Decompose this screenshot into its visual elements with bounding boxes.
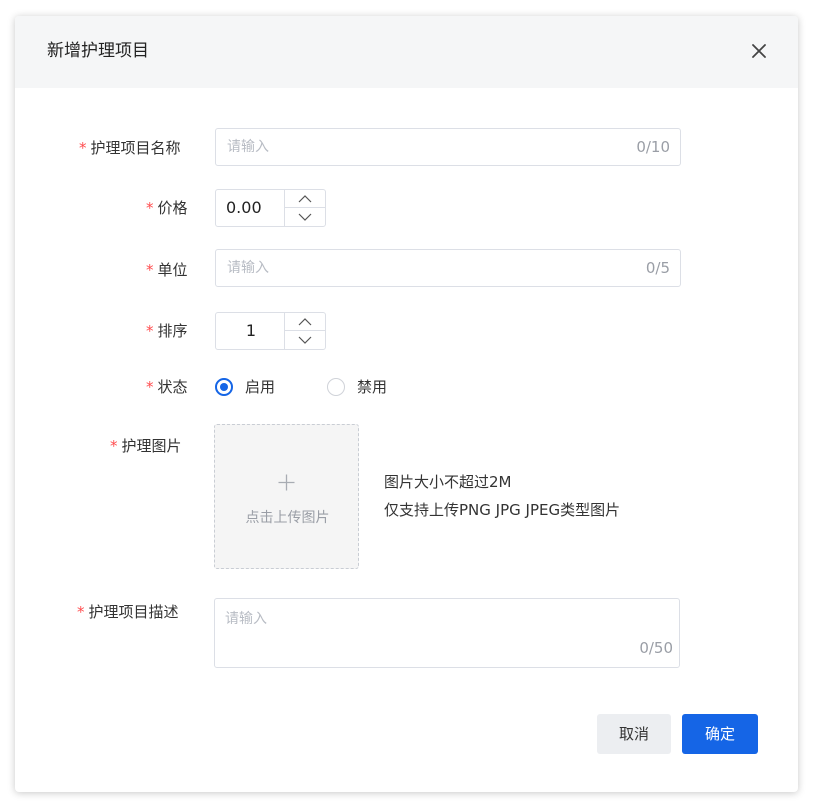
image-upload-area[interactable]: 点击上传图片 bbox=[214, 424, 359, 569]
chevron-down-icon bbox=[298, 336, 312, 344]
price-value[interactable]: 0.00 bbox=[226, 199, 262, 217]
name-label: * 护理项目名称 bbox=[79, 138, 181, 158]
sort-decrease-button[interactable] bbox=[285, 331, 325, 349]
description-label: * 护理项目描述 bbox=[77, 602, 179, 622]
description-textarea[interactable]: 请输入 0/50 bbox=[214, 598, 680, 668]
sort-label-text: 排序 bbox=[157, 322, 188, 340]
confirm-button[interactable]: 确定 bbox=[682, 714, 758, 754]
status-label: * 状态 bbox=[146, 377, 188, 397]
add-care-item-dialog: 新增护理项目 *护理项目名称 请输入 0/10 *价格 0.00 *单位 bbox=[15, 16, 798, 792]
name-input-placeholder: 请输入 bbox=[227, 139, 269, 155]
image-size-hint: 图片大小不超过2M bbox=[384, 473, 512, 491]
status-radio-enabled[interactable]: 启用 bbox=[215, 378, 295, 398]
unit-label-text: 单位 bbox=[157, 261, 188, 279]
chevron-down-icon bbox=[298, 213, 312, 221]
status-radio-disabled[interactable]: 禁用 bbox=[327, 378, 407, 398]
description-label-text: 护理项目描述 bbox=[88, 603, 179, 621]
sort-value[interactable]: 1 bbox=[216, 322, 286, 340]
price-stepper[interactable]: 0.00 bbox=[215, 189, 326, 227]
name-input[interactable]: 请输入 0/10 bbox=[215, 128, 681, 166]
description-placeholder: 请输入 bbox=[225, 611, 267, 627]
image-label-text: 护理图片 bbox=[121, 437, 182, 455]
sort-stepper[interactable]: 1 bbox=[215, 312, 326, 350]
price-increase-button[interactable] bbox=[285, 190, 325, 208]
unit-label: * 单位 bbox=[146, 260, 188, 280]
dialog-header: 新增护理项目 bbox=[15, 16, 798, 88]
radio-checked-icon bbox=[215, 378, 233, 396]
description-counter: 0/50 bbox=[639, 639, 673, 657]
required-mark: * bbox=[79, 139, 87, 157]
required-mark: * bbox=[146, 322, 154, 340]
plus-icon bbox=[278, 474, 295, 491]
unit-input-counter: 0/5 bbox=[645, 259, 670, 277]
sort-increase-button[interactable] bbox=[285, 313, 325, 331]
price-decrease-button[interactable] bbox=[285, 208, 325, 226]
upload-text: 点击上传图片 bbox=[245, 510, 330, 526]
required-mark: * bbox=[77, 603, 85, 621]
required-mark: * bbox=[110, 437, 118, 455]
unit-input-placeholder: 请输入 bbox=[227, 260, 269, 276]
required-mark: * bbox=[146, 378, 154, 396]
name-label-text: 护理项目名称 bbox=[90, 139, 181, 157]
dialog-title: 新增护理项目 bbox=[47, 41, 149, 61]
sort-stepper-controls bbox=[284, 313, 325, 349]
chevron-up-icon bbox=[298, 195, 312, 203]
price-stepper-controls bbox=[284, 190, 325, 226]
image-label: * 护理图片 bbox=[110, 436, 182, 456]
close-icon[interactable] bbox=[750, 42, 768, 60]
name-input-counter: 0/10 bbox=[636, 138, 670, 156]
required-mark: * bbox=[146, 261, 154, 279]
unit-input[interactable]: 请输入 0/5 bbox=[215, 249, 681, 287]
chevron-up-icon bbox=[298, 318, 312, 326]
radio-unchecked-icon bbox=[327, 378, 345, 396]
price-label: * 价格 bbox=[146, 198, 188, 218]
image-type-hint: 仅支持上传PNG JPG JPEG类型图片 bbox=[384, 501, 621, 519]
status-label-text: 状态 bbox=[157, 378, 188, 396]
required-mark: * bbox=[146, 199, 154, 217]
status-disabled-label: 禁用 bbox=[357, 378, 388, 396]
price-label-text: 价格 bbox=[157, 199, 188, 217]
sort-label: * 排序 bbox=[146, 321, 188, 341]
cancel-button[interactable]: 取消 bbox=[597, 714, 671, 754]
status-enabled-label: 启用 bbox=[245, 378, 276, 396]
